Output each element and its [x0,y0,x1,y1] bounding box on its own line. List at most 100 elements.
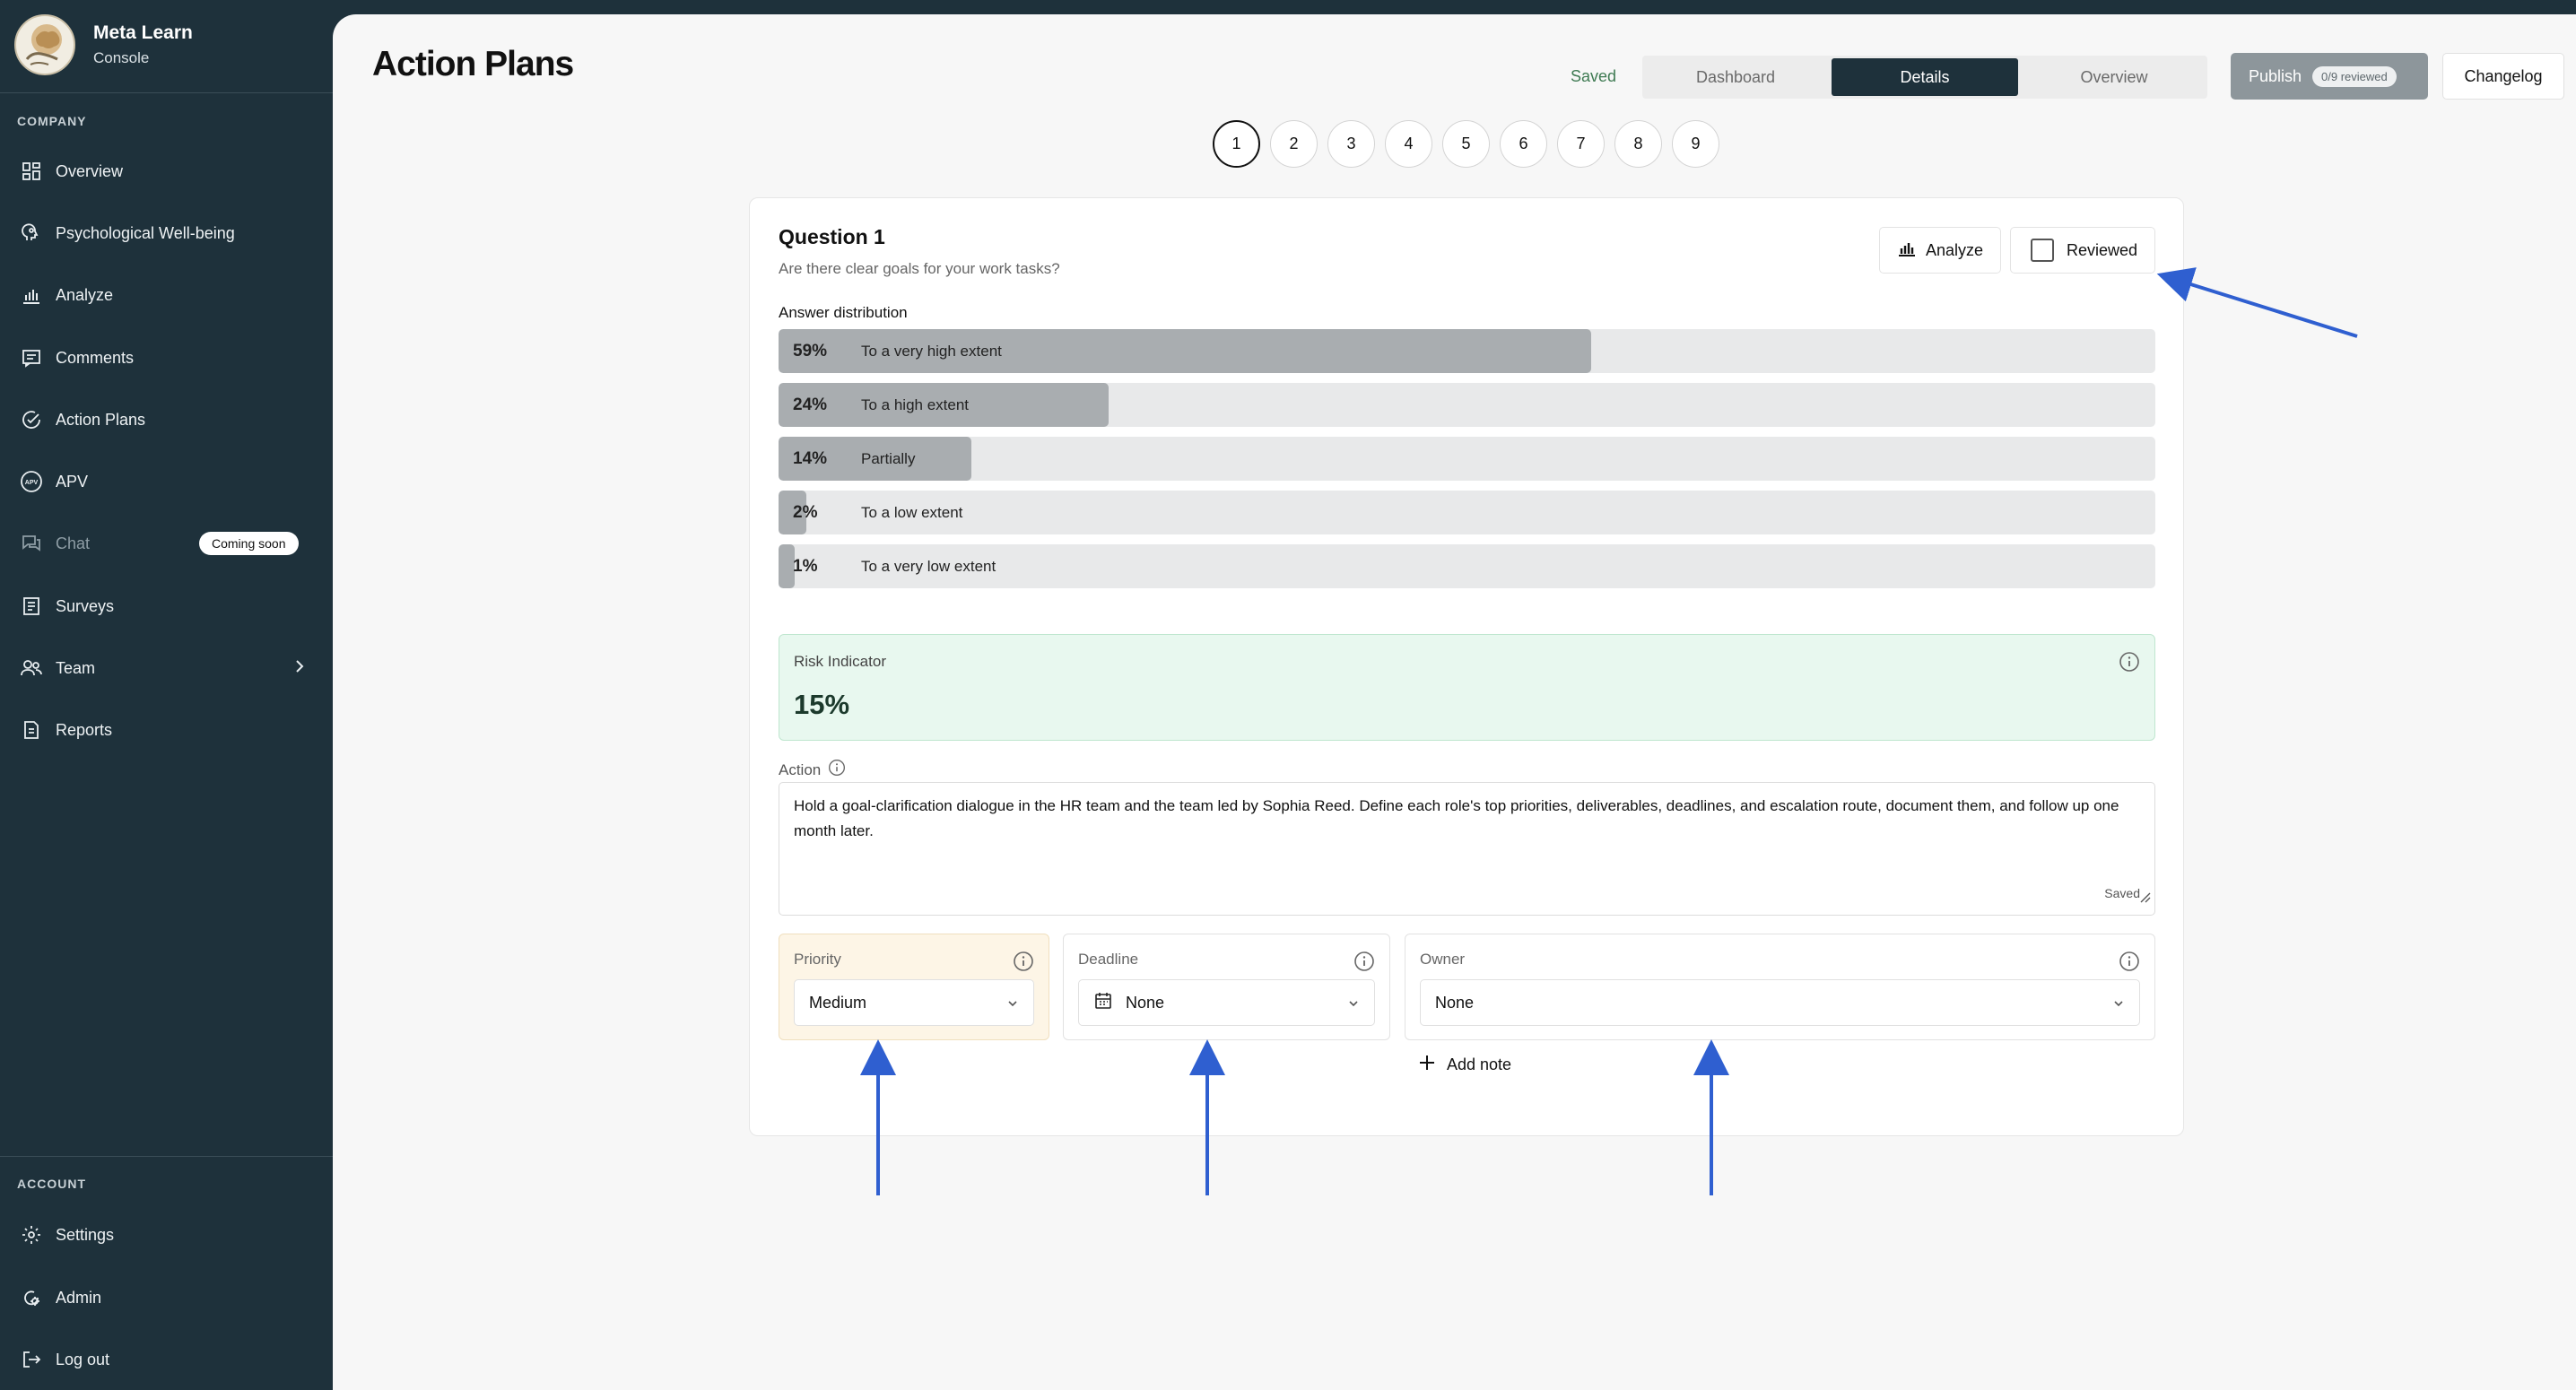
reviewed-checkbox-button[interactable]: Reviewed [2010,227,2155,274]
risk-indicator-value: 15% [794,689,850,720]
account-section-label: ACCOUNT [17,1177,86,1191]
sidebar-item-admin[interactable]: Admin [0,1271,333,1325]
distribution-row: 2% To a low extent [779,491,2155,534]
owner-select[interactable]: None [1420,979,2140,1026]
owner-label: Owner [1420,951,1466,968]
publish-label: Publish [2249,66,2302,85]
team-icon [18,655,45,682]
svg-text:APV: APV [25,480,39,486]
tab-overview[interactable]: Overview [2021,56,2207,99]
page-title: Action Plans [372,45,574,83]
sidebar-item-label: Chat [56,534,91,552]
info-icon[interactable] [1353,951,1375,977]
risk-indicator-panel: Risk Indicator 15% [779,634,2155,741]
add-note-label: Add note [1447,1056,1512,1073]
apv-icon: APV [18,468,45,495]
tab-dashboard[interactable]: Dashboard [1642,56,1829,99]
action-saved-status: Saved [2104,886,2140,900]
checkbox[interactable] [2031,239,2054,262]
sidebar: Meta Learn Console COMPANY Overview Psyc… [0,0,333,1390]
chevron-right-icon[interactable] [293,657,306,680]
deadline-label: Deadline [1078,951,1139,968]
sidebar-item-label: Analyze [56,285,114,304]
sidebar-divider [0,92,333,93]
deadline-field: Deadline None [1063,934,1390,1040]
distribution-row: 14% Partially [779,437,2155,481]
sidebar-item-comments[interactable]: Comments [0,331,333,385]
analyze-button[interactable]: Analyze [1879,227,2001,274]
add-note-button[interactable]: Add note [1418,1054,1511,1076]
sidebar-item-team[interactable]: Team [0,641,333,695]
distribution-answer-label: Partially [861,450,916,467]
sidebar-item-label: Log out [56,1350,110,1368]
info-icon[interactable] [2119,951,2140,977]
sidebar-divider [0,1156,333,1157]
publish-button[interactable]: Publish 0/9 reviewed [2231,53,2428,100]
sidebar-item-analyze[interactable]: Analyze [0,268,333,322]
view-tabs: Dashboard Details Overview [1642,56,2207,99]
action-label: Action [779,759,846,781]
question-title: Question 1 [779,225,885,248]
deadline-select[interactable]: None [1078,979,1375,1026]
coming-soon-badge: Coming soon [199,532,299,555]
sidebar-item-label: Surveys [56,596,115,615]
sidebar-item-apv[interactable]: APV APV [0,455,333,508]
owner-value: None [1435,993,1475,1012]
distribution-percent: 24% [793,395,828,414]
deadline-value: None [1126,993,1165,1012]
info-icon[interactable] [828,759,846,781]
distribution-percent: 1% [793,557,818,576]
brand-logo-icon [14,14,75,75]
report-icon [18,717,45,743]
bar-chart-icon [18,282,45,308]
question-page-button[interactable]: 1 [1213,120,1260,168]
question-page-button[interactable]: 8 [1614,120,1662,168]
distribution-answer-label: To a very low extent [861,558,996,575]
priority-select[interactable]: Medium [794,979,1034,1026]
distribution-answer-label: To a low extent [861,504,963,521]
company-section-label: COMPANY [17,114,87,128]
sidebar-item-psychological-well-being[interactable]: Psychological Well-being [0,206,333,260]
question-card: Question 1 Are there clear goals for you… [749,197,2184,1136]
question-page-button[interactable]: 2 [1270,120,1318,168]
sidebar-item-label: Comments [56,348,135,367]
owner-field: Owner None [1405,934,2155,1040]
sidebar-item-action-plans[interactable]: Action Plans [0,393,333,447]
priority-field: Priority Medium [779,934,1049,1040]
reviewed-count-badge: 0/9 reviewed [2312,65,2397,87]
resize-handle-icon[interactable] [2139,887,2152,912]
plus-icon [1418,1054,1436,1076]
action-text: Hold a goal-clarification dialogue in th… [794,797,2119,839]
sidebar-item-overview[interactable]: Overview [0,144,333,198]
priority-label: Priority [794,951,841,968]
chevron-down-icon [1006,994,1019,1012]
reviewed-label: Reviewed [2067,240,2138,259]
question-page-button[interactable]: 4 [1385,120,1432,168]
distribution-row: 59% To a very high extent [779,329,2155,373]
sidebar-item-settings[interactable]: Settings [0,1208,333,1262]
question-page-button[interactable]: 7 [1557,120,1605,168]
sidebar-item-reports[interactable]: Reports [0,703,333,757]
distribution-percent: 59% [793,342,828,361]
info-icon[interactable] [2119,651,2140,677]
sidebar-item-label: Settings [56,1225,115,1244]
info-icon[interactable] [1013,951,1034,977]
question-page-button[interactable]: 3 [1327,120,1375,168]
distribution-percent: 2% [793,503,818,522]
sidebar-item-logout[interactable]: Log out [0,1333,333,1386]
sidebar-item-surveys[interactable]: Surveys [0,579,333,633]
distribution-answer-label: To a very high extent [861,343,1002,360]
changelog-button[interactable]: Changelog [2442,53,2564,100]
answer-distribution-label: Answer distribution [779,304,908,321]
action-textarea[interactable]: Hold a goal-clarification dialogue in th… [779,782,2155,916]
brand[interactable]: Meta Learn Console [14,13,193,77]
main-panel: Action Plans Saved Dashboard Details Ove… [333,14,2576,1390]
tab-details[interactable]: Details [1832,58,2018,96]
question-text: Are there clear goals for your work task… [779,260,1060,277]
distribution-row: 1% To a very low extent [779,544,2155,588]
saved-status: Saved [1571,67,1617,85]
question-page-button[interactable]: 6 [1500,120,1547,168]
sidebar-item-chat[interactable]: Chat Coming soon [0,517,333,570]
question-page-button[interactable]: 9 [1672,120,1719,168]
question-page-button[interactable]: 5 [1442,120,1490,168]
